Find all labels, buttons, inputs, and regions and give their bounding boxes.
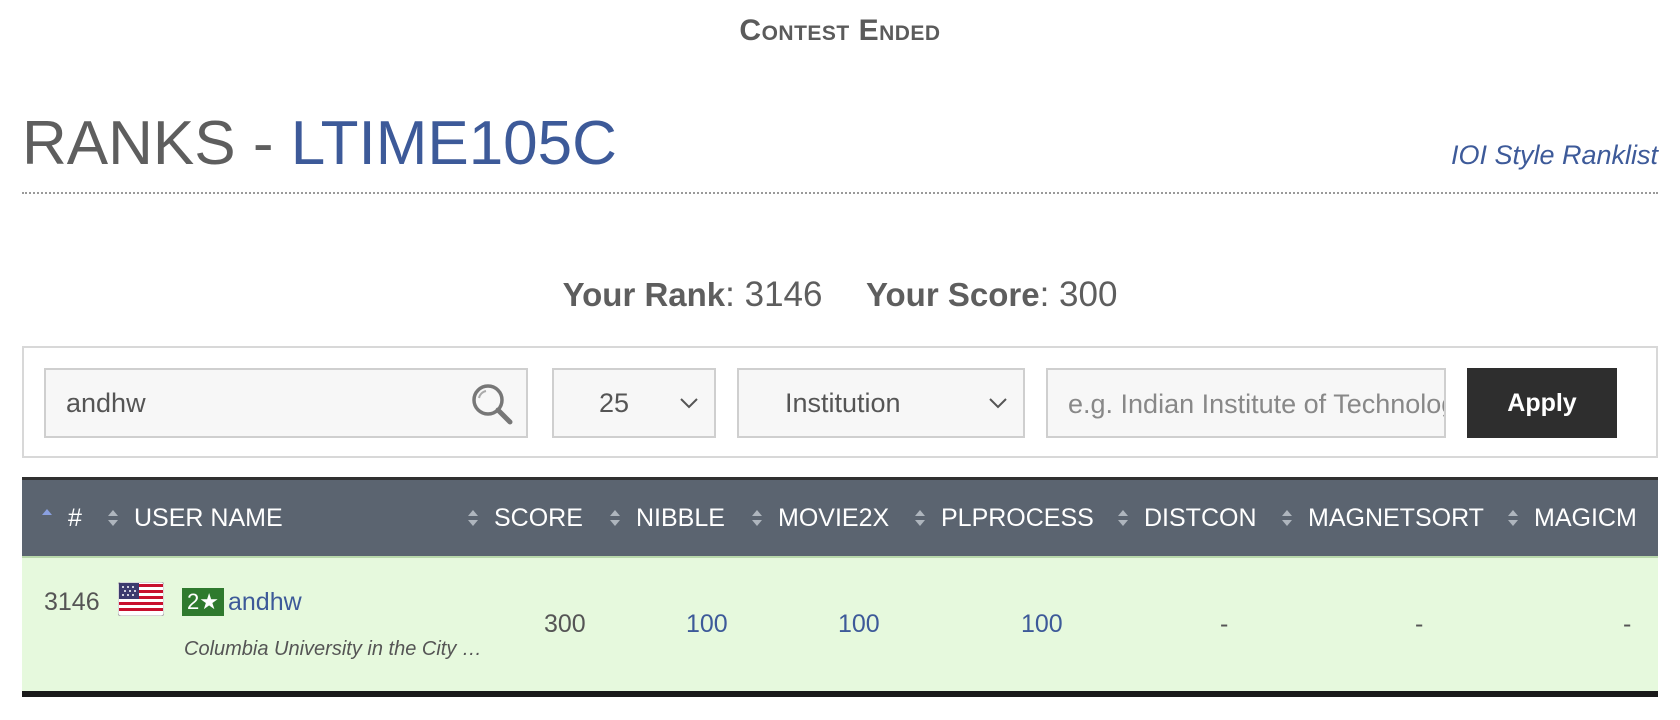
sort-icon [1282,510,1292,526]
column-header-username[interactable]: USER NAME [106,480,283,556]
institution-text: Columbia University in the City … [184,638,482,660]
column-header-plprocess[interactable]: PLPROCESS [913,480,1094,556]
table-row: 3146 2★ andhw Columbia University in the… [22,556,1658,692]
filter-type-select[interactable]: Institution [737,368,1025,438]
usa-flag-icon [118,582,164,616]
table-bottom-border [22,691,1658,697]
ioi-ranklist-link[interactable]: IOI Style Ranklist [1451,140,1658,171]
ranks-table: # USER NAME SCORE NIBBLE MOVIE2X PLPROCE… [22,477,1658,697]
column-header-rank[interactable]: # [40,480,82,556]
nibble-score-link[interactable]: 100 [686,610,728,639]
column-header-nibble[interactable]: NIBBLE [608,480,725,556]
column-header-magnetsort[interactable]: MAGNETSORT [1280,480,1484,556]
username-link[interactable]: andhw [228,588,302,617]
your-rank-label: Your Rank [562,276,726,313]
sort-icon [915,510,925,526]
page-header: RANKS - LTIME105C IOI Style Ranklist [22,108,1658,194]
search-icon[interactable] [470,382,514,426]
search-input[interactable]: andhw [44,368,528,438]
column-header-magicm[interactable]: MAGICM [1506,480,1637,556]
apply-button[interactable]: Apply [1467,368,1617,438]
rank-cell: 3146 [44,588,100,616]
filter-bar: andhw 25 Institution e.g. Indian Institu… [22,346,1658,458]
search-value: andhw [66,388,146,418]
star-rating-badge: 2★ [182,588,224,616]
magicm-score-cell: - [1623,610,1632,638]
your-stats: Your Rank: 3146 Your Score: 300 [0,275,1680,315]
sort-icon [610,510,620,526]
score-cell: 300 [544,610,586,638]
sort-icon [1508,510,1518,526]
score-separator: : [1039,275,1060,314]
filter-type-value: Institution [785,387,901,418]
magnetsort-score-cell: - [1415,610,1424,638]
movie2x-score-link[interactable]: 100 [838,610,880,639]
column-header-score[interactable]: SCORE [466,480,583,556]
sort-icon [1118,510,1128,526]
institution-placeholder: e.g. Indian Institute of Technology [1068,389,1446,419]
sort-icon [468,510,478,526]
sort-icon [108,510,118,526]
column-header-movie2x[interactable]: MOVIE2X [750,480,889,556]
sort-icon [752,510,762,526]
page-size-select[interactable]: 25 [552,368,716,438]
your-score-value: 300 [1059,275,1118,314]
chevron-down-icon [989,398,1007,409]
institution-input[interactable]: e.g. Indian Institute of Technology [1046,368,1446,438]
sort-asc-icon [42,509,52,515]
rank-separator: : [725,275,745,314]
distcon-score-cell: - [1220,610,1229,638]
your-rank-value: 3146 [744,275,823,314]
your-score-label: Your Score [865,276,1040,313]
column-header-distcon[interactable]: DISTCON [1116,480,1257,556]
page-title: RANKS - LTIME105C [22,112,617,176]
table-header: # USER NAME SCORE NIBBLE MOVIE2X PLPROCE… [22,477,1658,556]
contest-code: LTIME105C [290,109,617,178]
plprocess-score-link[interactable]: 100 [1021,610,1063,639]
chevron-down-icon [680,398,698,409]
title-prefix: RANKS - [22,109,291,178]
contest-status: Contest Ended [739,14,941,47]
page-size-value: 25 [598,387,630,418]
